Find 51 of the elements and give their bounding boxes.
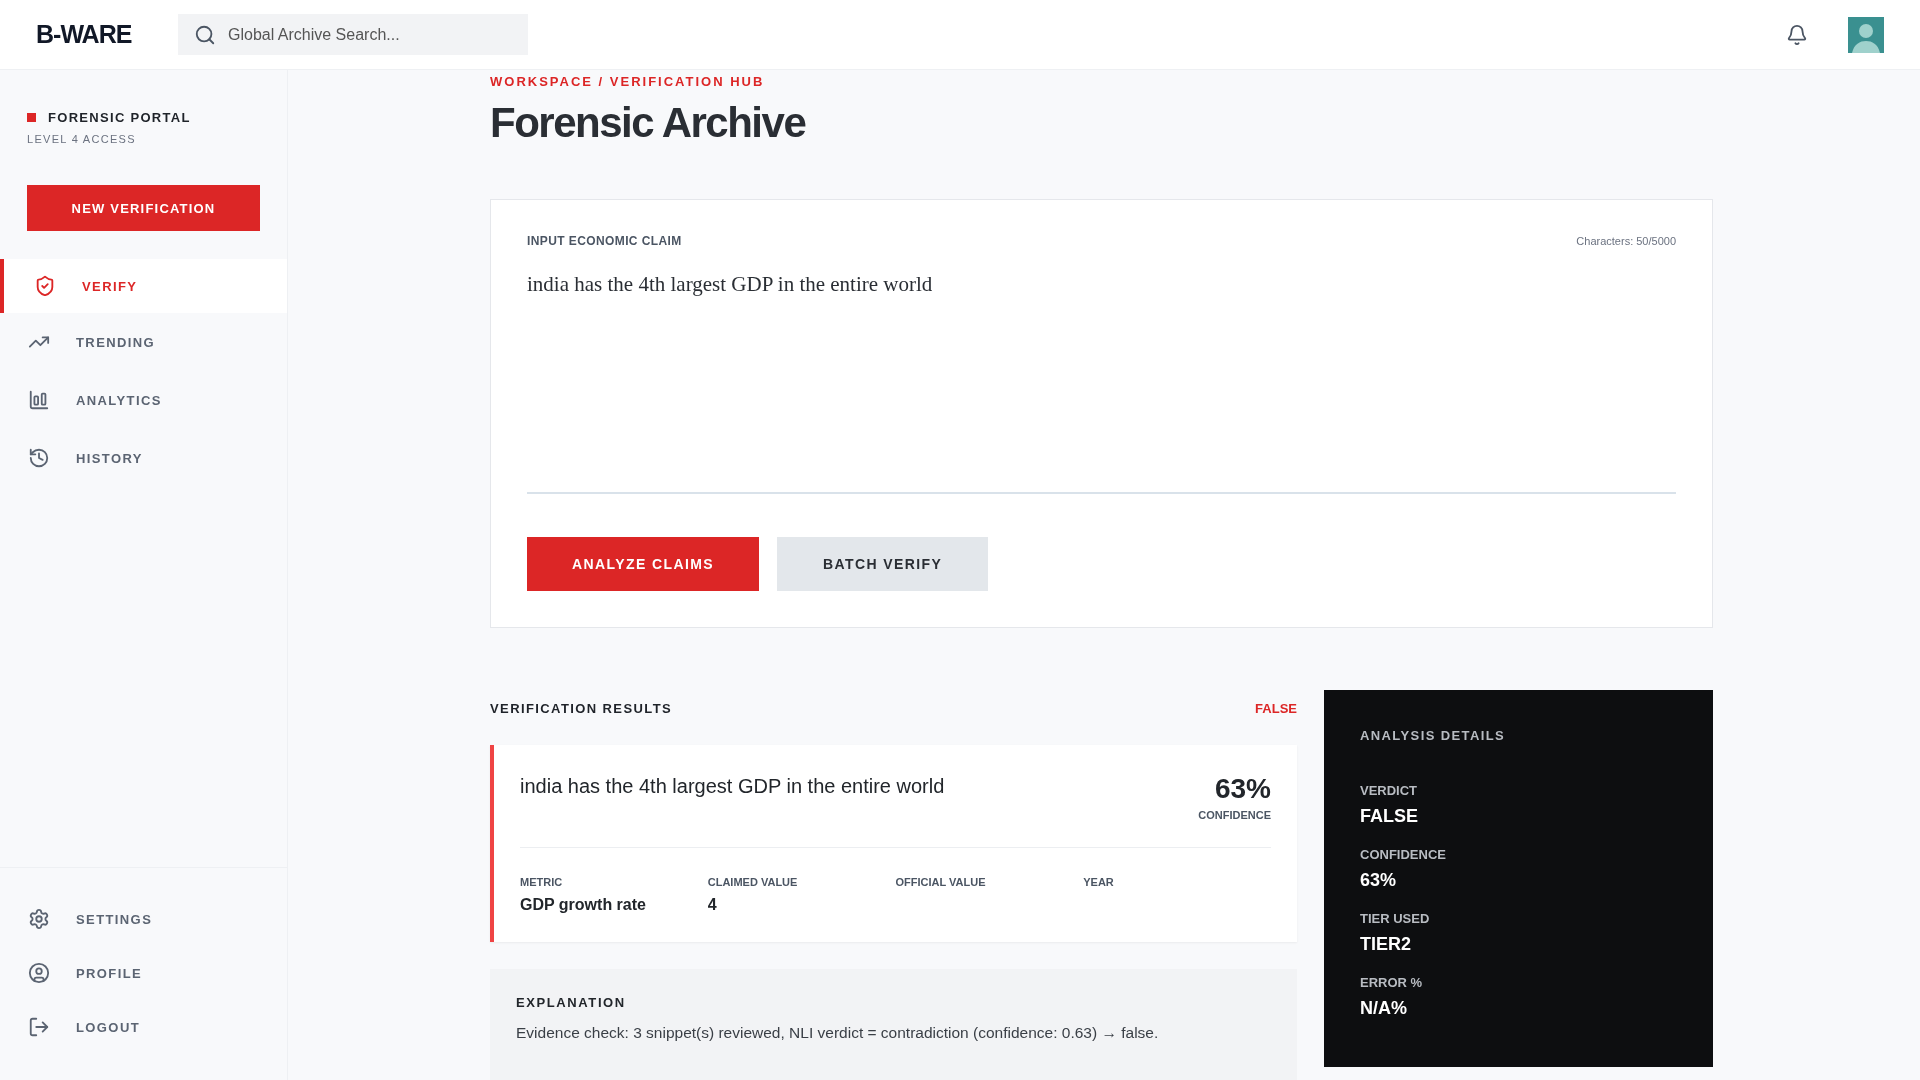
explanation-heading: EXPLANATION [516, 995, 627, 1010]
portal-title: FORENSIC PORTAL [27, 110, 260, 125]
nav-item[interactable]: LOGOUT [0, 1000, 287, 1054]
field-label: OFFICIAL VALUE [895, 876, 987, 888]
detail-label: VERDICT [1360, 783, 1419, 798]
search-icon [194, 23, 216, 46]
nav-item[interactable]: PROFILE [0, 946, 287, 1000]
character-counter: Characters: 50/5000 [1576, 235, 1676, 247]
nav-item[interactable]: TRENDING [0, 313, 287, 371]
explanation-text: Evidence check: 3 snippet(s) reviewed, NLI verdict = contradiction (confidence: 0.63) → false. [516, 1024, 1160, 1042]
notification-bell-icon[interactable] [1786, 23, 1808, 46]
section-heading: VERIFICATION RESULTS [490, 700, 673, 716]
detail-value: N/A% [1360, 998, 1408, 1019]
batch-verify-button[interactable]: BATCH VERIFY [777, 537, 989, 591]
detail-value: 63% [1360, 870, 1398, 891]
panel-heading: ANALYSIS DETAILS [1360, 728, 1507, 743]
avatar[interactable] [1848, 16, 1884, 53]
detail-label: ERROR % [1360, 975, 1424, 990]
field-label: CLAIMED VALUE [707, 876, 799, 888]
detail-label: TIER USED [1360, 911, 1431, 926]
confidence-label: CONFIDENCE [1198, 809, 1271, 821]
field-value: 4 [707, 896, 718, 914]
field-label: METRIC [520, 876, 564, 888]
field-label: YEAR [1083, 876, 1115, 888]
new-verification-button[interactable]: NEW VERIFICATION [27, 185, 260, 231]
field-label: INPUT ECONOMIC CLAIM [527, 234, 682, 248]
breadcrumb: WORKSPACE / VERIFICATION HUB [490, 74, 766, 89]
nav-item[interactable]: SETTINGS [0, 892, 287, 946]
verdict-label: FALSE [1255, 700, 1297, 716]
page-title: Forensic Archive [490, 99, 807, 147]
detail-value: FALSE [1360, 806, 1419, 827]
nav-item[interactable]: HISTORY [0, 429, 287, 487]
search-field[interactable]: Global Archive Search... [178, 14, 528, 55]
access-level: LEVEL 4 ACCESS [27, 133, 137, 145]
confidence-value: 63% [1214, 773, 1271, 805]
logout-icon [28, 1016, 50, 1038]
nav-item[interactable]: VERIFY [0, 259, 287, 313]
search-input[interactable]: Global Archive Search... [226, 24, 512, 45]
settings-icon [28, 908, 50, 930]
logo: B-WARE [36, 20, 133, 49]
detail-value: TIER2 [1360, 934, 1412, 955]
user-circle-icon [28, 962, 50, 984]
shield-check-icon [34, 275, 56, 297]
history-icon [28, 447, 50, 469]
bar-chart-icon [28, 389, 50, 411]
detail-label: CONFIDENCE [1360, 847, 1447, 862]
field-value: GDP growth rate [520, 896, 647, 914]
claim-text: india has the 4th largest GDP in the entire world [520, 774, 945, 799]
analyze-button[interactable]: ANALYZE CLAIMS [527, 537, 759, 591]
claim-input-field[interactable]: india has the 4th largest GDP in the entire world [527, 272, 1676, 494]
nav-item[interactable]: ANALYTICS [0, 371, 287, 429]
